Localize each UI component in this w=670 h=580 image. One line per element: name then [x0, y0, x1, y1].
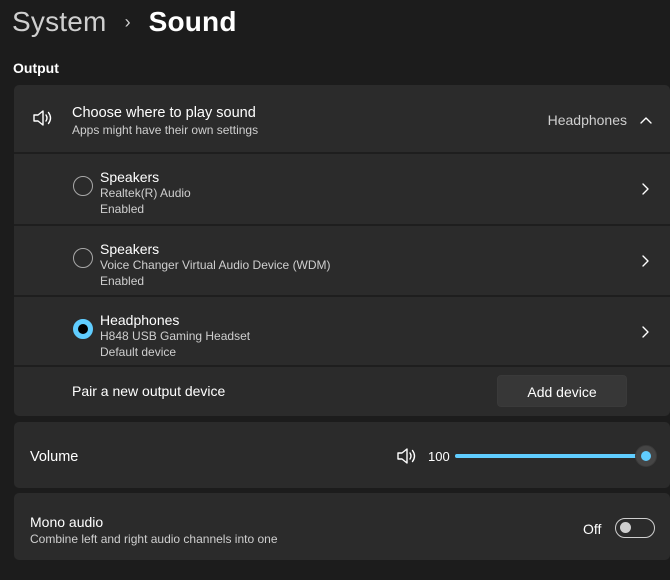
output-device-row[interactable]: Speakers Realtek(R) Audio Enabled	[14, 154, 670, 224]
breadcrumb-separator: ›	[124, 11, 131, 32]
page-title: Sound	[148, 6, 237, 37]
sound-settings-page: System › Sound Output Choose where to pl…	[0, 0, 670, 580]
chevron-right-icon[interactable]	[640, 182, 650, 201]
chevron-up-icon[interactable]	[640, 113, 652, 131]
device-description: H848 USB Gaming Headset	[100, 329, 251, 343]
pair-device-label: Pair a new output device	[72, 383, 226, 399]
output-device-row[interactable]: Headphones H848 USB Gaming Headset Defau…	[14, 297, 670, 367]
device-description: Realtek(R) Audio	[100, 186, 191, 200]
choose-output-expander[interactable]: Choose where to play sound Apps might ha…	[14, 85, 670, 152]
volume-label: Volume	[30, 449, 79, 465]
breadcrumb: System › Sound	[12, 4, 237, 40]
volume-slider-fill	[455, 454, 645, 458]
volume-slider-track[interactable]	[455, 454, 645, 458]
device-status: Enabled	[100, 274, 145, 288]
speaker-icon[interactable]	[396, 447, 418, 470]
volume-value: 100	[428, 449, 450, 464]
device-description: Voice Changer Virtual Audio Device (WDM)	[100, 258, 331, 272]
pair-device-row: Pair a new output device Add device	[14, 367, 670, 416]
speaker-icon	[32, 109, 54, 132]
selected-output-device: Headphones	[547, 112, 627, 128]
mono-audio-subtitle: Combine left and right audio channels in…	[30, 532, 278, 546]
output-device-row[interactable]: Speakers Voice Changer Virtual Audio Dev…	[14, 226, 670, 296]
volume-card: Volume 100	[14, 422, 670, 488]
device-name: Speakers	[100, 241, 160, 257]
device-name: Speakers	[100, 169, 160, 185]
breadcrumb-system-link[interactable]: System	[12, 6, 107, 38]
device-radio-button[interactable]	[73, 248, 93, 268]
chevron-right-icon[interactable]	[640, 325, 650, 344]
chevron-right-icon[interactable]	[640, 254, 650, 273]
device-radio-button[interactable]	[73, 176, 93, 196]
volume-slider-thumb[interactable]	[635, 445, 657, 467]
device-name: Headphones	[100, 312, 180, 328]
add-device-button[interactable]: Add device	[497, 375, 627, 407]
mono-audio-toggle[interactable]	[615, 518, 655, 538]
toggle-knob	[620, 522, 631, 533]
device-radio-button-selected[interactable]	[73, 319, 93, 339]
choose-output-subtitle: Apps might have their own settings	[72, 123, 259, 137]
mono-audio-title: Mono audio	[30, 514, 104, 530]
mono-audio-state-label: Off	[583, 521, 602, 537]
device-status: Default device	[100, 345, 177, 359]
output-device-card: Choose where to play sound Apps might ha…	[14, 85, 670, 416]
choose-output-title: Choose where to play sound	[72, 105, 256, 121]
output-section-heading: Output	[13, 60, 59, 76]
device-status: Enabled	[100, 202, 145, 216]
mono-audio-card: Mono audio Combine left and right audio …	[14, 493, 670, 560]
